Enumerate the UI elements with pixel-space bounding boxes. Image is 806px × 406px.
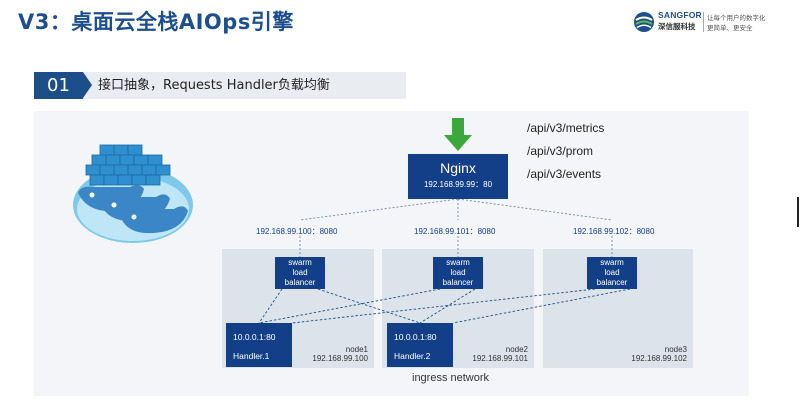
endpoint-metrics: /api/v3/metrics: [527, 121, 605, 135]
endpoint-events: /api/v3/events: [527, 167, 602, 181]
swarm-label-line1: swarm: [288, 258, 312, 267]
swarm-label-line1: swarm: [600, 258, 624, 267]
swarm-load-balancer-3: swarm load balancer: [587, 257, 637, 289]
edge-mark: [797, 197, 799, 227]
node1-name: node1: [345, 345, 368, 354]
node1-label: node1 192.168.99.100: [300, 345, 368, 363]
swarm-label-line2: load: [292, 268, 308, 277]
swarm-load-balancer-1: swarm load balancer: [275, 257, 325, 289]
swarm-label-line3: balancer: [596, 278, 628, 287]
handler-1-ip: 10.0.0.1:80: [233, 332, 276, 342]
node2-name: node2: [505, 345, 528, 354]
swarm-label-line2: load: [450, 268, 466, 277]
endpoint-prom: /api/v3/prom: [527, 144, 594, 158]
handler-1-name: Handler.1: [233, 351, 270, 361]
node1-ip: 192.168.99.100: [312, 354, 368, 363]
handler-1-box: 10.0.0.1:80 Handler.1: [226, 323, 292, 367]
swarm-label-line1: swarm: [446, 258, 470, 267]
node3-label: node3 192.168.99.102: [619, 345, 687, 363]
node2-label: node2 192.168.99.101: [460, 345, 528, 363]
node3-ip: 192.168.99.102: [631, 354, 687, 363]
handler-2-name: Handler.2: [394, 351, 431, 361]
ingress-network-label: ingress network: [412, 372, 490, 384]
down-arrow-icon: [444, 118, 472, 151]
swarm-label-line3: balancer: [442, 278, 474, 287]
swarm-label-line2: load: [604, 268, 620, 277]
swarm-port-node2: 192.168.99.101：8080: [414, 227, 496, 236]
node3-name: node3: [664, 345, 687, 354]
handler-2-ip: 10.0.0.1:80: [394, 332, 437, 342]
swarm-label-line3: balancer: [284, 278, 316, 287]
swarm-port-node3: 192.168.99.102：8080: [573, 227, 655, 236]
nginx-name: Nginx: [440, 160, 476, 176]
nginx-ip: 192.168.99.99：80: [423, 180, 493, 189]
swarm-load-balancer-2: swarm load balancer: [433, 257, 483, 289]
swarm-port-node1: 192.168.99.100：8080: [256, 227, 338, 236]
nginx-box: Nginx 192.168.99.99：80: [408, 154, 508, 199]
node2-ip: 192.168.99.101: [472, 354, 528, 363]
handler-2-box: 10.0.0.1:80 Handler.2: [387, 323, 453, 367]
